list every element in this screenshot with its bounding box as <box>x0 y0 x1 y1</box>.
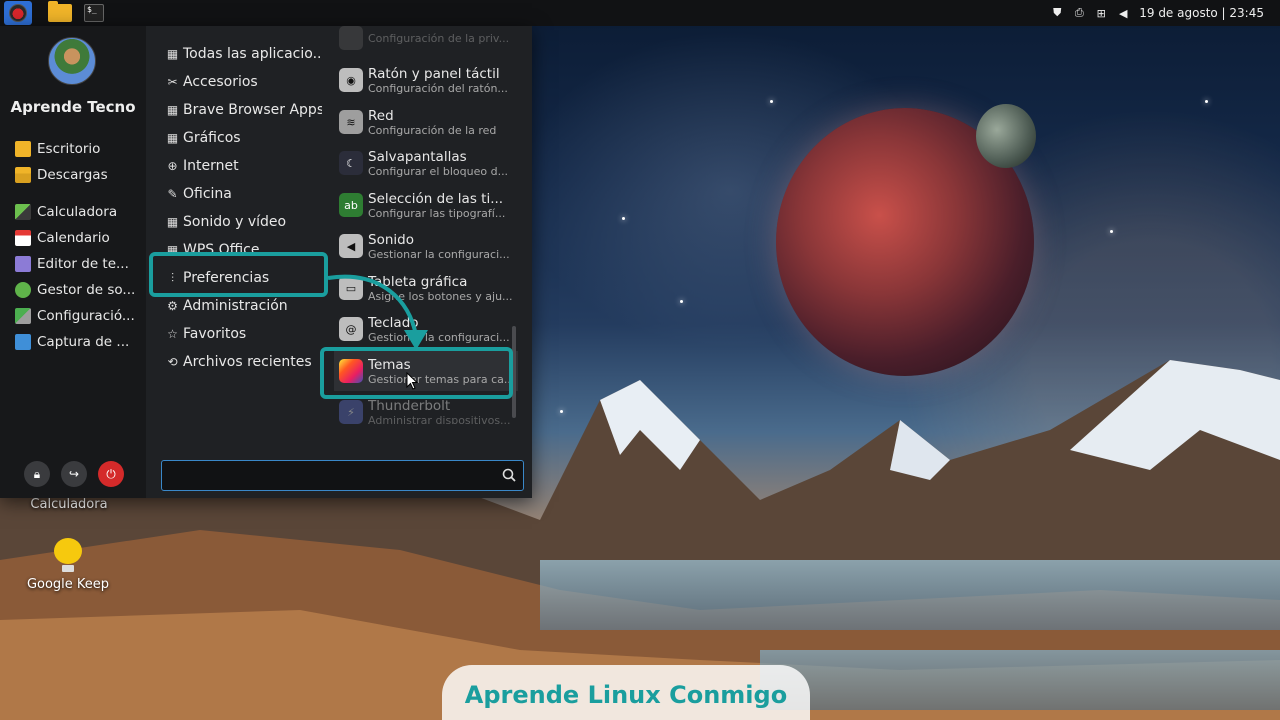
app-menu-logo-icon <box>9 4 27 22</box>
clock[interactable]: 19 de agosto | 23:45 <box>1139 6 1264 20</box>
power-icon: ⏻ <box>106 466 116 481</box>
folder-icon <box>15 141 31 157</box>
favorite-item-captura[interactable]: Captura de ... <box>0 329 146 355</box>
watermark: Aprende Linux Conmigo <box>442 665 810 720</box>
system-tray: ⛊ ⎙ ⊞ ◀ 19 de agosto | 23:45 <box>1051 0 1264 26</box>
app-item-privacy[interactable]: Configuración de la priv... <box>334 26 518 58</box>
speaker-icon: ◀ <box>339 234 363 258</box>
favorite-item-descargas[interactable]: Descargas <box>0 162 146 188</box>
category-graficos[interactable]: ▦ Gráficos <box>166 124 322 152</box>
favorite-item-escritorio[interactable]: Escritorio <box>0 136 146 162</box>
star <box>770 100 773 103</box>
moon <box>976 104 1036 168</box>
app-item-tipografias[interactable]: ab Selección de las ti... Configurar las … <box>334 185 518 225</box>
logout-button[interactable]: ↪ <box>61 461 87 487</box>
grid-icon: ▦ <box>166 215 179 229</box>
star <box>680 300 683 303</box>
moon-icon: ☾ <box>339 151 363 175</box>
mouse-cursor <box>406 372 418 390</box>
globe-icon: ⊕ <box>167 159 178 173</box>
screenshot-icon <box>15 334 31 350</box>
calculator-icon <box>15 204 31 220</box>
wifi-icon: ≋ <box>339 110 363 134</box>
font-icon: ab <box>339 193 363 217</box>
category-internet[interactable]: ⊕ Internet <box>166 152 322 180</box>
download-folder-icon <box>15 167 31 183</box>
category-sonido-video[interactable]: ▦ Sonido y vídeo <box>166 208 322 236</box>
menu-sidebar: Aprende Tecno Escritorio Descargas Calcu… <box>0 26 146 498</box>
network-icon[interactable]: ⊞ <box>1095 7 1107 20</box>
app-item-salvapantallas[interactable]: ☾ Salvapantallas Configurar el bloqueo d.… <box>334 143 518 183</box>
text-editor-icon <box>15 256 31 272</box>
thunderbolt-icon: ⚡ <box>339 400 363 424</box>
lock-button[interactable]: 🔒︎ <box>24 461 50 487</box>
search-input[interactable] <box>168 465 488 487</box>
top-panel: $_ ⛊ ⎙ ⊞ ◀ 19 de agosto | 23:45 <box>0 0 1280 26</box>
tools-icon: ✂ <box>167 75 178 89</box>
brush-icon: ✎ <box>167 187 178 201</box>
calendar-icon <box>15 230 31 246</box>
user-name: Aprende Tecno <box>10 98 136 116</box>
app-item-tableta[interactable]: ▭ Tableta gráfica Asigne los botones y aj… <box>334 268 518 308</box>
category-accesorios[interactable]: ✂ Accesorios <box>166 68 322 96</box>
printer-icon[interactable]: ⎙ <box>1073 6 1085 19</box>
category-brave-apps[interactable]: ▦ Brave Browser Apps <box>166 96 322 124</box>
star-icon: ☆ <box>167 327 178 341</box>
grid-icon: ▦ <box>166 131 179 145</box>
history-icon: ⟲ <box>167 355 178 369</box>
tablet-icon: ▭ <box>339 276 363 300</box>
folder-icon <box>48 1 72 22</box>
avatar[interactable] <box>48 37 96 85</box>
star <box>622 217 625 220</box>
highlight-preferencias <box>149 252 328 297</box>
keyboard-icon: @ <box>339 317 363 341</box>
category-all-apps[interactable]: ▦ Todas las aplicacio... <box>166 40 322 68</box>
lock-icon: 🔒︎ <box>33 466 41 481</box>
star <box>1205 100 1208 103</box>
search-icon[interactable] <box>502 468 516 482</box>
app-item-teclado[interactable]: @ Teclado Gestionar la configuraci... <box>334 309 518 349</box>
file-manager-launcher[interactable] <box>46 1 74 25</box>
grid-icon: ▦ <box>166 103 179 117</box>
category-list: ▦ Todas las aplicacio... ✂ Accesorios ▦ Bra… <box>166 40 322 376</box>
shield-icon[interactable]: ⛊ <box>1051 6 1063 19</box>
app-item-red[interactable]: ≋ Red Configuración de la red <box>334 102 518 142</box>
favorite-item-calculadora[interactable]: Calculadora <box>0 199 146 225</box>
star <box>1110 230 1113 233</box>
favorites-list: Escritorio Descargas Calculadora Calenda… <box>0 136 146 355</box>
lake <box>540 560 1280 630</box>
google-keep-icon[interactable] <box>53 538 83 574</box>
power-button[interactable]: ⏻ <box>98 461 124 487</box>
software-manager-icon <box>15 282 31 298</box>
search-box <box>161 460 524 491</box>
volume-icon[interactable]: ◀ <box>1117 7 1129 20</box>
logout-icon: ↪ <box>68 467 80 481</box>
settings-icon <box>15 308 31 324</box>
app-menu-button[interactable] <box>4 1 32 25</box>
favorite-item-gestor[interactable]: Gestor de so... <box>0 277 146 303</box>
favorite-item-editor[interactable]: Editor de te... <box>0 251 146 277</box>
favorite-item-calendario[interactable]: Calendario <box>0 225 146 251</box>
desktop-icon-label-calculadora[interactable]: Calculadora <box>9 497 129 512</box>
category-oficina[interactable]: ✎ Oficina <box>166 180 322 208</box>
terminal-launcher[interactable]: $_ <box>80 1 108 25</box>
gear-icon: ⚙ <box>167 299 178 313</box>
app-item-raton[interactable]: ◉ Ratón y panel táctil Configuración del … <box>334 60 518 100</box>
lake <box>760 650 1280 710</box>
grid-icon: ▦ <box>166 47 179 61</box>
favorite-item-configuracion[interactable]: Configuració... <box>0 303 146 329</box>
desktop-icon-label-google-keep[interactable]: Google Keep <box>8 577 128 592</box>
category-archivos-recientes[interactable]: ⟲ Archivos recientes <box>166 348 322 376</box>
app-item-sonido[interactable]: ◀ Sonido Gestionar la configuraci... <box>334 226 518 266</box>
session-buttons: 🔒︎ ↪ ⏻ <box>24 461 124 487</box>
category-favoritos[interactable]: ☆ Favoritos <box>166 320 322 348</box>
terminal-icon: $_ <box>84 4 104 22</box>
privacy-icon <box>339 26 363 50</box>
mouse-icon: ◉ <box>339 68 363 92</box>
